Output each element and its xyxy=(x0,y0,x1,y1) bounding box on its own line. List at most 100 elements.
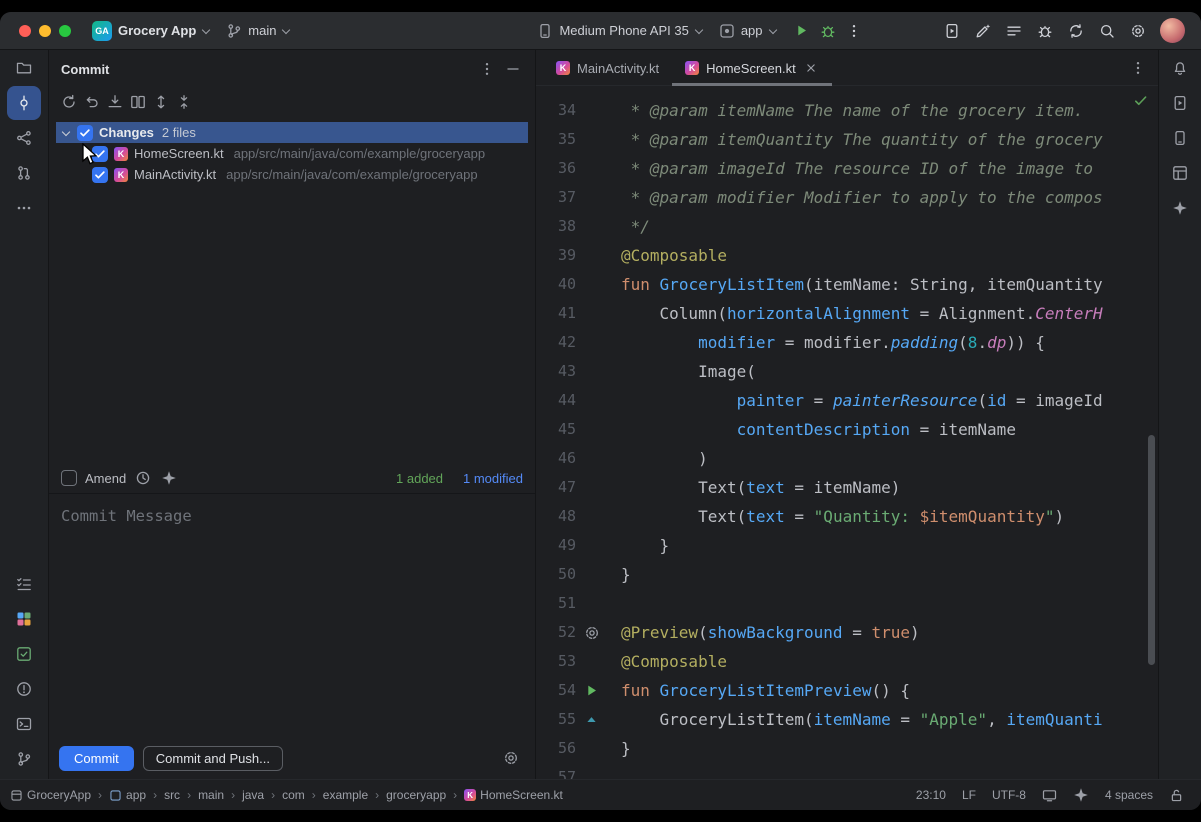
chevron-down-icon xyxy=(282,27,290,35)
code-editor[interactable]: 3334 * @param itemName The name of the g… xyxy=(536,86,1158,779)
more-tool-windows-icon[interactable] xyxy=(7,191,41,225)
breadcrumb-item[interactable]: app xyxy=(109,788,146,802)
line-separator[interactable]: LF xyxy=(962,788,976,802)
editor-scrollbar[interactable] xyxy=(1148,435,1155,665)
more-run-options-icon[interactable] xyxy=(841,18,867,44)
ai-commit-message-icon[interactable] xyxy=(160,469,178,487)
breadcrumb-item[interactable]: GroceryApp xyxy=(10,788,91,802)
file-name: MainActivity.kt xyxy=(134,167,216,182)
device-selector[interactable]: Medium Phone API 35 xyxy=(530,20,709,42)
commit-button[interactable]: Commit xyxy=(59,746,134,771)
ai-assistant-icon[interactable] xyxy=(1073,787,1089,803)
debug-button[interactable] xyxy=(815,18,841,44)
minimize-window-button[interactable] xyxy=(39,25,51,37)
collapse-all-icon[interactable] xyxy=(172,90,195,114)
problems-icon[interactable] xyxy=(7,672,41,706)
code-text: modifier = modifier.padding(8.dp)) { xyxy=(621,328,1045,357)
breadcrumb-item[interactable]: HomeScreen.kt xyxy=(464,788,563,802)
preview-settings-icon[interactable] xyxy=(576,618,621,647)
changes-checkbox[interactable] xyxy=(77,125,93,141)
refresh-icon[interactable] xyxy=(57,90,80,114)
gutter xyxy=(576,531,621,560)
breadcrumb-item[interactable]: example xyxy=(323,788,368,802)
commit-message-input[interactable] xyxy=(49,494,535,741)
run-button[interactable] xyxy=(789,18,815,44)
file-write-access-icon[interactable] xyxy=(1169,788,1184,803)
editor-tab-homescreen-kt[interactable]: HomeScreen.kt xyxy=(672,50,832,86)
notifications-icon[interactable] xyxy=(1163,51,1197,85)
commit-history-clock-icon[interactable] xyxy=(134,469,152,487)
close-tab-icon[interactable] xyxy=(803,60,819,76)
hide-panel-icon[interactable] xyxy=(501,57,525,81)
show-diff-icon[interactable] xyxy=(126,90,149,114)
expand-all-icon[interactable] xyxy=(149,90,172,114)
profiler-icon[interactable] xyxy=(1032,18,1058,44)
app-quality-insights-icon[interactable] xyxy=(7,602,41,636)
commit-icon[interactable] xyxy=(7,86,41,120)
close-window-button[interactable] xyxy=(19,25,31,37)
changed-file-row[interactable]: HomeScreen.ktapp/src/main/java/com/examp… xyxy=(56,143,528,164)
todo-icon[interactable] xyxy=(7,567,41,601)
running-devices-icon[interactable] xyxy=(1163,86,1197,120)
branch-widget[interactable]: main xyxy=(219,20,297,42)
zoom-window-button[interactable] xyxy=(59,25,71,37)
gemini-tool-icon[interactable] xyxy=(1163,191,1197,225)
breadcrumb-item[interactable]: main xyxy=(198,788,224,802)
terminal-icon[interactable] xyxy=(7,707,41,741)
file-encoding[interactable]: UTF-8 xyxy=(992,788,1026,802)
breadcrumb-item[interactable]: groceryapp xyxy=(386,788,446,802)
project-widget[interactable]: GA Grocery App xyxy=(85,18,217,44)
editor-tabs-options-icon[interactable] xyxy=(1126,56,1150,80)
project-icon[interactable] xyxy=(7,51,41,85)
gemini-icon[interactable] xyxy=(970,18,996,44)
inspections-ok-icon[interactable] xyxy=(1131,91,1149,109)
changed-file-row[interactable]: MainActivity.ktapp/src/main/java/com/exa… xyxy=(56,164,528,185)
profile-avatar[interactable] xyxy=(1160,18,1185,43)
changes-group-row[interactable]: Changes 2 files xyxy=(56,122,528,143)
file-checkbox[interactable] xyxy=(92,167,108,183)
version-control-icon[interactable] xyxy=(7,742,41,776)
compose-preview-icon[interactable] xyxy=(576,705,621,734)
rollback-icon[interactable] xyxy=(80,90,103,114)
breadcrumb-item[interactable]: src xyxy=(164,788,180,802)
sync-gradle-icon[interactable] xyxy=(1063,18,1089,44)
breadcrumb-item[interactable]: java xyxy=(242,788,264,802)
kotlin-file-icon xyxy=(114,147,128,161)
project-badge: GA xyxy=(92,21,112,41)
screen-share-icon[interactable] xyxy=(1042,788,1057,803)
shelve-icon[interactable] xyxy=(103,90,126,114)
file-checkbox[interactable] xyxy=(92,146,108,162)
editor-tab-mainactivity-kt[interactable]: MainActivity.kt xyxy=(543,50,672,86)
code-text: @Preview(showBackground = true) xyxy=(621,618,920,647)
breadcrumb-item[interactable]: com xyxy=(282,788,305,802)
run-config-selector[interactable]: app xyxy=(712,20,784,42)
structure-icon[interactable] xyxy=(7,121,41,155)
app-inspection-icon[interactable] xyxy=(7,637,41,671)
caret-position[interactable]: 23:10 xyxy=(916,788,946,802)
phone-device-icon xyxy=(537,23,553,39)
commit-panel-title: Commit xyxy=(61,62,109,77)
device-manager-icon[interactable] xyxy=(1163,121,1197,155)
settings-icon[interactable] xyxy=(1125,18,1151,44)
expand-chevron-icon[interactable] xyxy=(61,128,71,138)
commit-and-push-button[interactable]: Commit and Push... xyxy=(143,746,283,771)
amend-checkbox[interactable] xyxy=(61,470,77,486)
event-log-icon[interactable] xyxy=(1001,18,1027,44)
code-line: 45 contentDescription = itemName xyxy=(536,415,1158,444)
line-number: 49 xyxy=(536,531,576,560)
run-preview-icon[interactable] xyxy=(576,676,621,705)
gutter xyxy=(576,154,621,183)
indent-setting[interactable]: 4 spaces xyxy=(1105,788,1153,802)
breadcrumb-separator: › xyxy=(312,788,316,802)
file-name: HomeScreen.kt xyxy=(134,146,224,161)
code-text: GroceryListItem(itemName = "Apple", item… xyxy=(621,705,1103,734)
right-toolstrip xyxy=(1158,50,1201,779)
pull-requests-icon[interactable] xyxy=(7,156,41,190)
device-streaming-icon[interactable] xyxy=(939,18,965,44)
commit-settings-gear-icon[interactable] xyxy=(499,746,523,770)
changes-count: 2 files xyxy=(162,125,196,140)
layout-inspector-icon[interactable] xyxy=(1163,156,1197,190)
line-number: 42 xyxy=(536,328,576,357)
search-everywhere-icon[interactable] xyxy=(1094,18,1120,44)
commit-options-icon[interactable] xyxy=(475,57,499,81)
